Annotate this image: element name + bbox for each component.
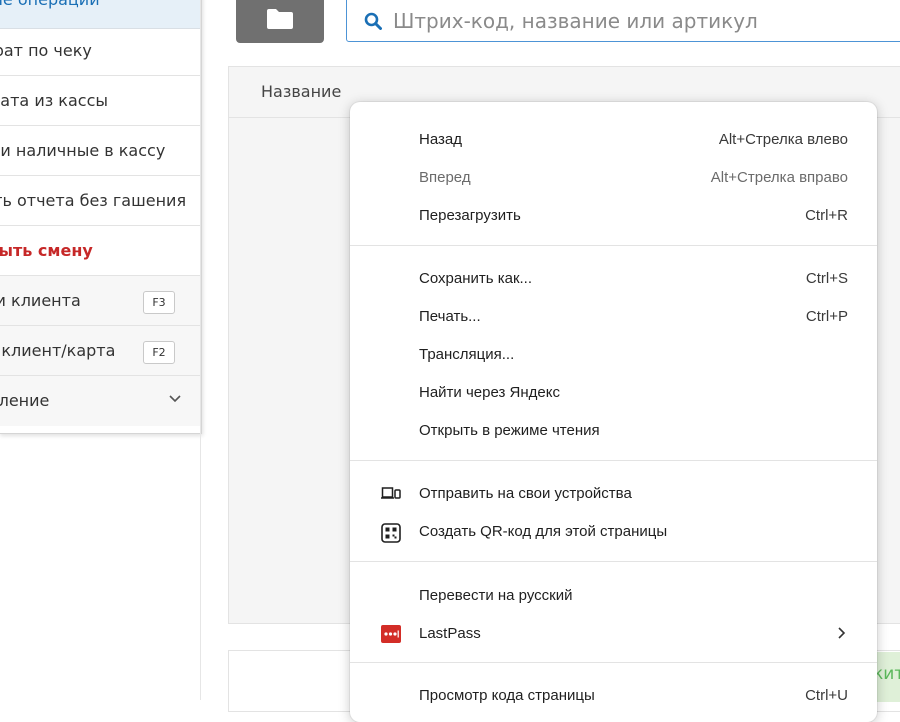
menu-item-shortcut: Ctrl+P bbox=[805, 308, 848, 325]
menu-item-forward[interactable]: Вперед Alt+Стрелка вправо bbox=[350, 159, 877, 197]
menu-item-label: Просмотр кода страницы bbox=[419, 687, 595, 704]
menu-item-label: Сохранить как... bbox=[419, 270, 533, 287]
sidebar-item-management[interactable]: Управление bbox=[0, 376, 200, 426]
sidebar-item-label: Управление bbox=[0, 391, 50, 410]
menu-item-shortcut: Ctrl+U bbox=[805, 687, 848, 704]
menu-separator bbox=[350, 245, 877, 246]
other-operations-header[interactable]: Другие операции bbox=[0, 0, 200, 29]
chevron-up-icon bbox=[170, 0, 184, 6]
hotkey-badge: F2 bbox=[143, 341, 175, 364]
menu-item-shortcut: Ctrl+S bbox=[805, 270, 848, 287]
chevron-down-icon bbox=[165, 388, 185, 408]
menu-item-back[interactable]: Назад Alt+Стрелка влево bbox=[350, 121, 877, 159]
menu-item-label: LastPass bbox=[419, 625, 481, 642]
catalog-folder-button[interactable] bbox=[236, 0, 324, 43]
menu-item-label: Открыть в режиме чтения bbox=[419, 422, 600, 439]
search-box[interactable] bbox=[346, 0, 900, 42]
menu-item-label: Вперед bbox=[419, 169, 471, 186]
sidebar-item-label: Найти клиента bbox=[0, 291, 81, 310]
menu-item-reading-mode[interactable]: Открыть в режиме чтения bbox=[350, 412, 877, 450]
menu-item-lastpass[interactable]: LastPass bbox=[350, 615, 877, 653]
search-input[interactable] bbox=[391, 5, 895, 37]
menu-item-translate[interactable]: Перевести на русский bbox=[350, 577, 877, 615]
sidebar-item-return-by-receipt[interactable]: Возврат по чеку bbox=[0, 26, 200, 76]
sidebar-item-find-client[interactable]: Найти клиента F3 bbox=[0, 276, 200, 326]
sidebar-item-cash-payout[interactable]: Выплата из кассы bbox=[0, 76, 200, 126]
menu-item-label: Назад bbox=[419, 131, 462, 148]
search-icon bbox=[364, 12, 382, 30]
menu-separator bbox=[350, 561, 877, 562]
menu-item-search-yandex[interactable]: Найти через Яндекс bbox=[350, 374, 877, 412]
sidebar-item-label: Выплата из кассы bbox=[0, 91, 108, 110]
divider bbox=[200, 0, 201, 700]
other-operations-label: Другие операции bbox=[0, 0, 100, 9]
menu-item-cast[interactable]: Трансляция... bbox=[350, 336, 877, 374]
menu-item-shortcut: Alt+Стрелка влево bbox=[718, 131, 848, 148]
menu-item-shortcut: Alt+Стрелка вправо bbox=[710, 169, 848, 186]
sidebar-item-close-shift[interactable]: Закрыть смену bbox=[0, 226, 200, 276]
chevron-right-icon bbox=[836, 626, 846, 645]
browser-context-menu: Назад Alt+Стрелка влево Вперед Alt+Стрел… bbox=[350, 102, 877, 722]
menu-item-label: Создать QR-код для этой страницы bbox=[419, 523, 668, 540]
column-header-name[interactable]: Название bbox=[261, 82, 341, 101]
sidebar-item-label: Новый клиент/карта bbox=[0, 341, 116, 360]
menu-item-label: Перезагрузить bbox=[419, 207, 521, 224]
menu-item-label: Перевести на русский bbox=[419, 587, 573, 604]
menu-item-label: Печать... bbox=[419, 308, 481, 325]
menu-item-reload[interactable]: Перезагрузить Ctrl+R bbox=[350, 197, 877, 235]
checkout-button-label: кит bbox=[873, 664, 900, 684]
hotkey-badge: F3 bbox=[143, 291, 175, 314]
sidebar-item-cash-deposit[interactable]: Внести наличные в кассу bbox=[0, 126, 200, 176]
menu-item-qr-code[interactable]: Создать QR-код для этой страницы bbox=[350, 513, 877, 551]
menu-item-label: Отправить на свои устройства bbox=[419, 485, 632, 502]
sidebar-item-x-report[interactable]: Печать отчета без гашения bbox=[0, 176, 200, 226]
menu-item-view-source[interactable]: Просмотр кода страницы Ctrl+U bbox=[350, 677, 877, 715]
menu-item-print[interactable]: Печать... Ctrl+P bbox=[350, 298, 877, 336]
devices-icon bbox=[381, 485, 401, 506]
sidebar-item-label: Внести наличные в кассу bbox=[0, 141, 166, 160]
menu-item-save-as[interactable]: Сохранить как... Ctrl+S bbox=[350, 260, 877, 298]
menu-separator bbox=[350, 662, 877, 663]
lastpass-icon bbox=[381, 625, 401, 648]
menu-item-label: Трансляция... bbox=[419, 346, 515, 363]
sidebar-item-label: Возврат по чеку bbox=[0, 41, 92, 60]
folder-icon bbox=[267, 9, 293, 29]
menu-item-label: Найти через Яндекс bbox=[419, 384, 560, 401]
menu-separator bbox=[350, 460, 877, 461]
qr-code-icon bbox=[381, 523, 401, 548]
menu-item-send-to-devices[interactable]: Отправить на свои устройства bbox=[350, 475, 877, 513]
sidebar-item-label: Печать отчета без гашения bbox=[0, 191, 187, 210]
sidebar-item-label: Закрыть смену bbox=[0, 241, 93, 260]
menu-item-shortcut: Ctrl+R bbox=[805, 207, 848, 224]
sidebar-item-new-client[interactable]: Новый клиент/карта F2 bbox=[0, 326, 200, 376]
other-operations-dropdown: Другие операции Возврат по чеку Выплата … bbox=[0, 0, 202, 434]
